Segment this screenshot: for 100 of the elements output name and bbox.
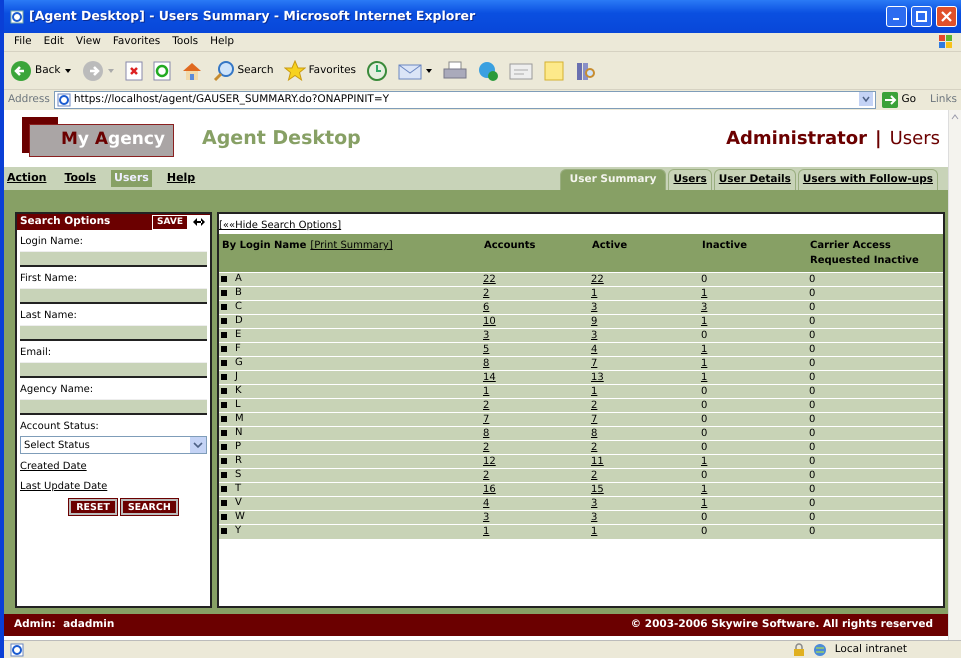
count-link[interactable]: 1	[701, 316, 708, 326]
count-link[interactable]: 2	[483, 288, 490, 298]
count-link[interactable]: 22	[483, 274, 496, 284]
input-field[interactable]	[20, 325, 207, 341]
count-link[interactable]: 11	[591, 456, 604, 466]
count-link[interactable]: 9	[591, 316, 598, 326]
input-field[interactable]	[20, 288, 207, 304]
count-link[interactable]: 1	[701, 344, 708, 354]
count-link[interactable]: 1	[701, 498, 708, 508]
expand-button[interactable]	[188, 214, 210, 230]
count-link[interactable]: 2	[591, 400, 598, 410]
count-link[interactable]: 3	[591, 302, 598, 312]
login-group-name: J	[235, 371, 238, 383]
count-link[interactable]: 1	[701, 288, 708, 298]
table-cell: 0	[809, 428, 816, 438]
field-label: Agency Name:	[19, 383, 94, 397]
minimize-button[interactable]	[886, 6, 907, 27]
back-button[interactable]: Back	[8, 60, 74, 82]
date-link[interactable]: Last Update Date	[17, 474, 110, 494]
count-link[interactable]: 4	[483, 498, 490, 508]
count-link[interactable]: 8	[483, 358, 490, 368]
form-button[interactable]: SEARCH	[120, 499, 178, 515]
table-cell: 0	[809, 526, 816, 537]
count-link[interactable]: 7	[591, 414, 598, 424]
count-link[interactable]: 8	[591, 428, 598, 438]
menu-item[interactable]: View	[70, 34, 107, 50]
links-button[interactable]: Links	[922, 92, 961, 108]
count-link[interactable]: 3	[701, 302, 708, 312]
count-link[interactable]: 2	[591, 470, 598, 480]
stop-button[interactable]	[122, 60, 144, 80]
count-link[interactable]: 2	[591, 442, 598, 452]
favorites-button[interactable]: Favorites	[282, 60, 358, 82]
input-field[interactable]	[20, 251, 207, 267]
count-link[interactable]: 2	[483, 400, 490, 410]
login-group-name: P	[235, 441, 242, 453]
column-header: Accounts	[484, 240, 536, 251]
print-summary-link[interactable]: [Print Summary]	[310, 240, 393, 251]
close-button[interactable]	[936, 6, 957, 27]
menu-item[interactable]: Help	[204, 34, 240, 50]
hide-options-link[interactable]: [««Hide Search Options]	[219, 214, 342, 234]
count-link[interactable]: 3	[591, 330, 598, 340]
count-link[interactable]: 3	[591, 498, 598, 508]
bullet-icon	[221, 430, 227, 436]
count-link[interactable]: 1	[591, 386, 598, 396]
count-link[interactable]: 8	[483, 428, 490, 438]
count-link[interactable]: 1	[483, 386, 490, 396]
column-header: Inactive	[702, 240, 748, 251]
count-link[interactable]: 2	[483, 442, 490, 452]
count-link[interactable]: 1	[701, 372, 708, 382]
count-link[interactable]: 1	[701, 456, 708, 466]
menu-item[interactable]: Favorites	[106, 34, 166, 50]
count-link[interactable]: 7	[591, 358, 598, 368]
count-link[interactable]: 2	[483, 470, 490, 480]
refresh-button[interactable]	[150, 60, 172, 80]
form-button[interactable]: RESET	[69, 499, 117, 515]
double-arrow-icon	[192, 216, 206, 228]
count-link[interactable]: 13	[591, 372, 604, 382]
count-link[interactable]: 5	[483, 344, 490, 354]
nav-menu-item[interactable]: Help	[164, 170, 198, 187]
count-link[interactable]: 7	[483, 414, 490, 424]
count-link[interactable]: 3	[483, 330, 490, 340]
count-link[interactable]: 16	[483, 484, 496, 494]
input-field[interactable]	[20, 362, 207, 378]
count-link[interactable]: 1	[483, 526, 490, 537]
login-group-name: S	[235, 469, 242, 481]
count-link[interactable]: 15	[591, 484, 604, 494]
count-link[interactable]: 1	[701, 358, 708, 368]
menu-item[interactable]: Edit	[38, 34, 70, 50]
count-link[interactable]: 10	[483, 316, 496, 326]
count-link[interactable]: 1	[591, 526, 598, 537]
tab[interactable]: Users with Follow-ups	[798, 169, 938, 190]
count-link[interactable]: 4	[591, 344, 598, 354]
date-link[interactable]: Created Date	[17, 454, 90, 474]
count-link[interactable]: 12	[483, 456, 496, 466]
go-button[interactable]: Go	[880, 92, 918, 108]
save-button[interactable]: SAVE	[152, 214, 188, 230]
count-link[interactable]: 1	[591, 288, 598, 298]
status-select[interactable]: Select Status	[20, 436, 207, 454]
menu-item[interactable]: File	[8, 34, 38, 50]
count-link[interactable]: 3	[591, 512, 598, 522]
count-link[interactable]: 1	[701, 484, 708, 494]
browser-icon	[10, 10, 24, 24]
count-link[interactable]: 22	[591, 274, 604, 284]
search-button[interactable]: Search	[210, 60, 276, 82]
tab[interactable]: User Details	[714, 169, 796, 190]
maximize-button[interactable]	[911, 6, 932, 27]
column-header: By Login Name	[222, 240, 306, 251]
tab[interactable]: Users	[668, 169, 712, 190]
address-field[interactable]: https://localhost/agent/GAUSER_SUMMARY.do?ONAPPINIT=Y	[54, 91, 876, 109]
edit-button[interactable]	[507, 60, 536, 80]
print-button[interactable]	[441, 60, 470, 80]
menu-item[interactable]: Tools	[166, 34, 204, 50]
count-link[interactable]: 14	[483, 372, 496, 382]
dropdown-button[interactable]	[859, 92, 874, 108]
nav-menu-item[interactable]: Tools	[61, 170, 99, 187]
nav-menu-item[interactable]: Action	[4, 170, 50, 187]
count-link[interactable]: 6	[483, 302, 490, 312]
count-link[interactable]: 3	[483, 512, 490, 522]
input-field[interactable]	[20, 399, 207, 415]
scrollbar[interactable]	[948, 110, 961, 640]
